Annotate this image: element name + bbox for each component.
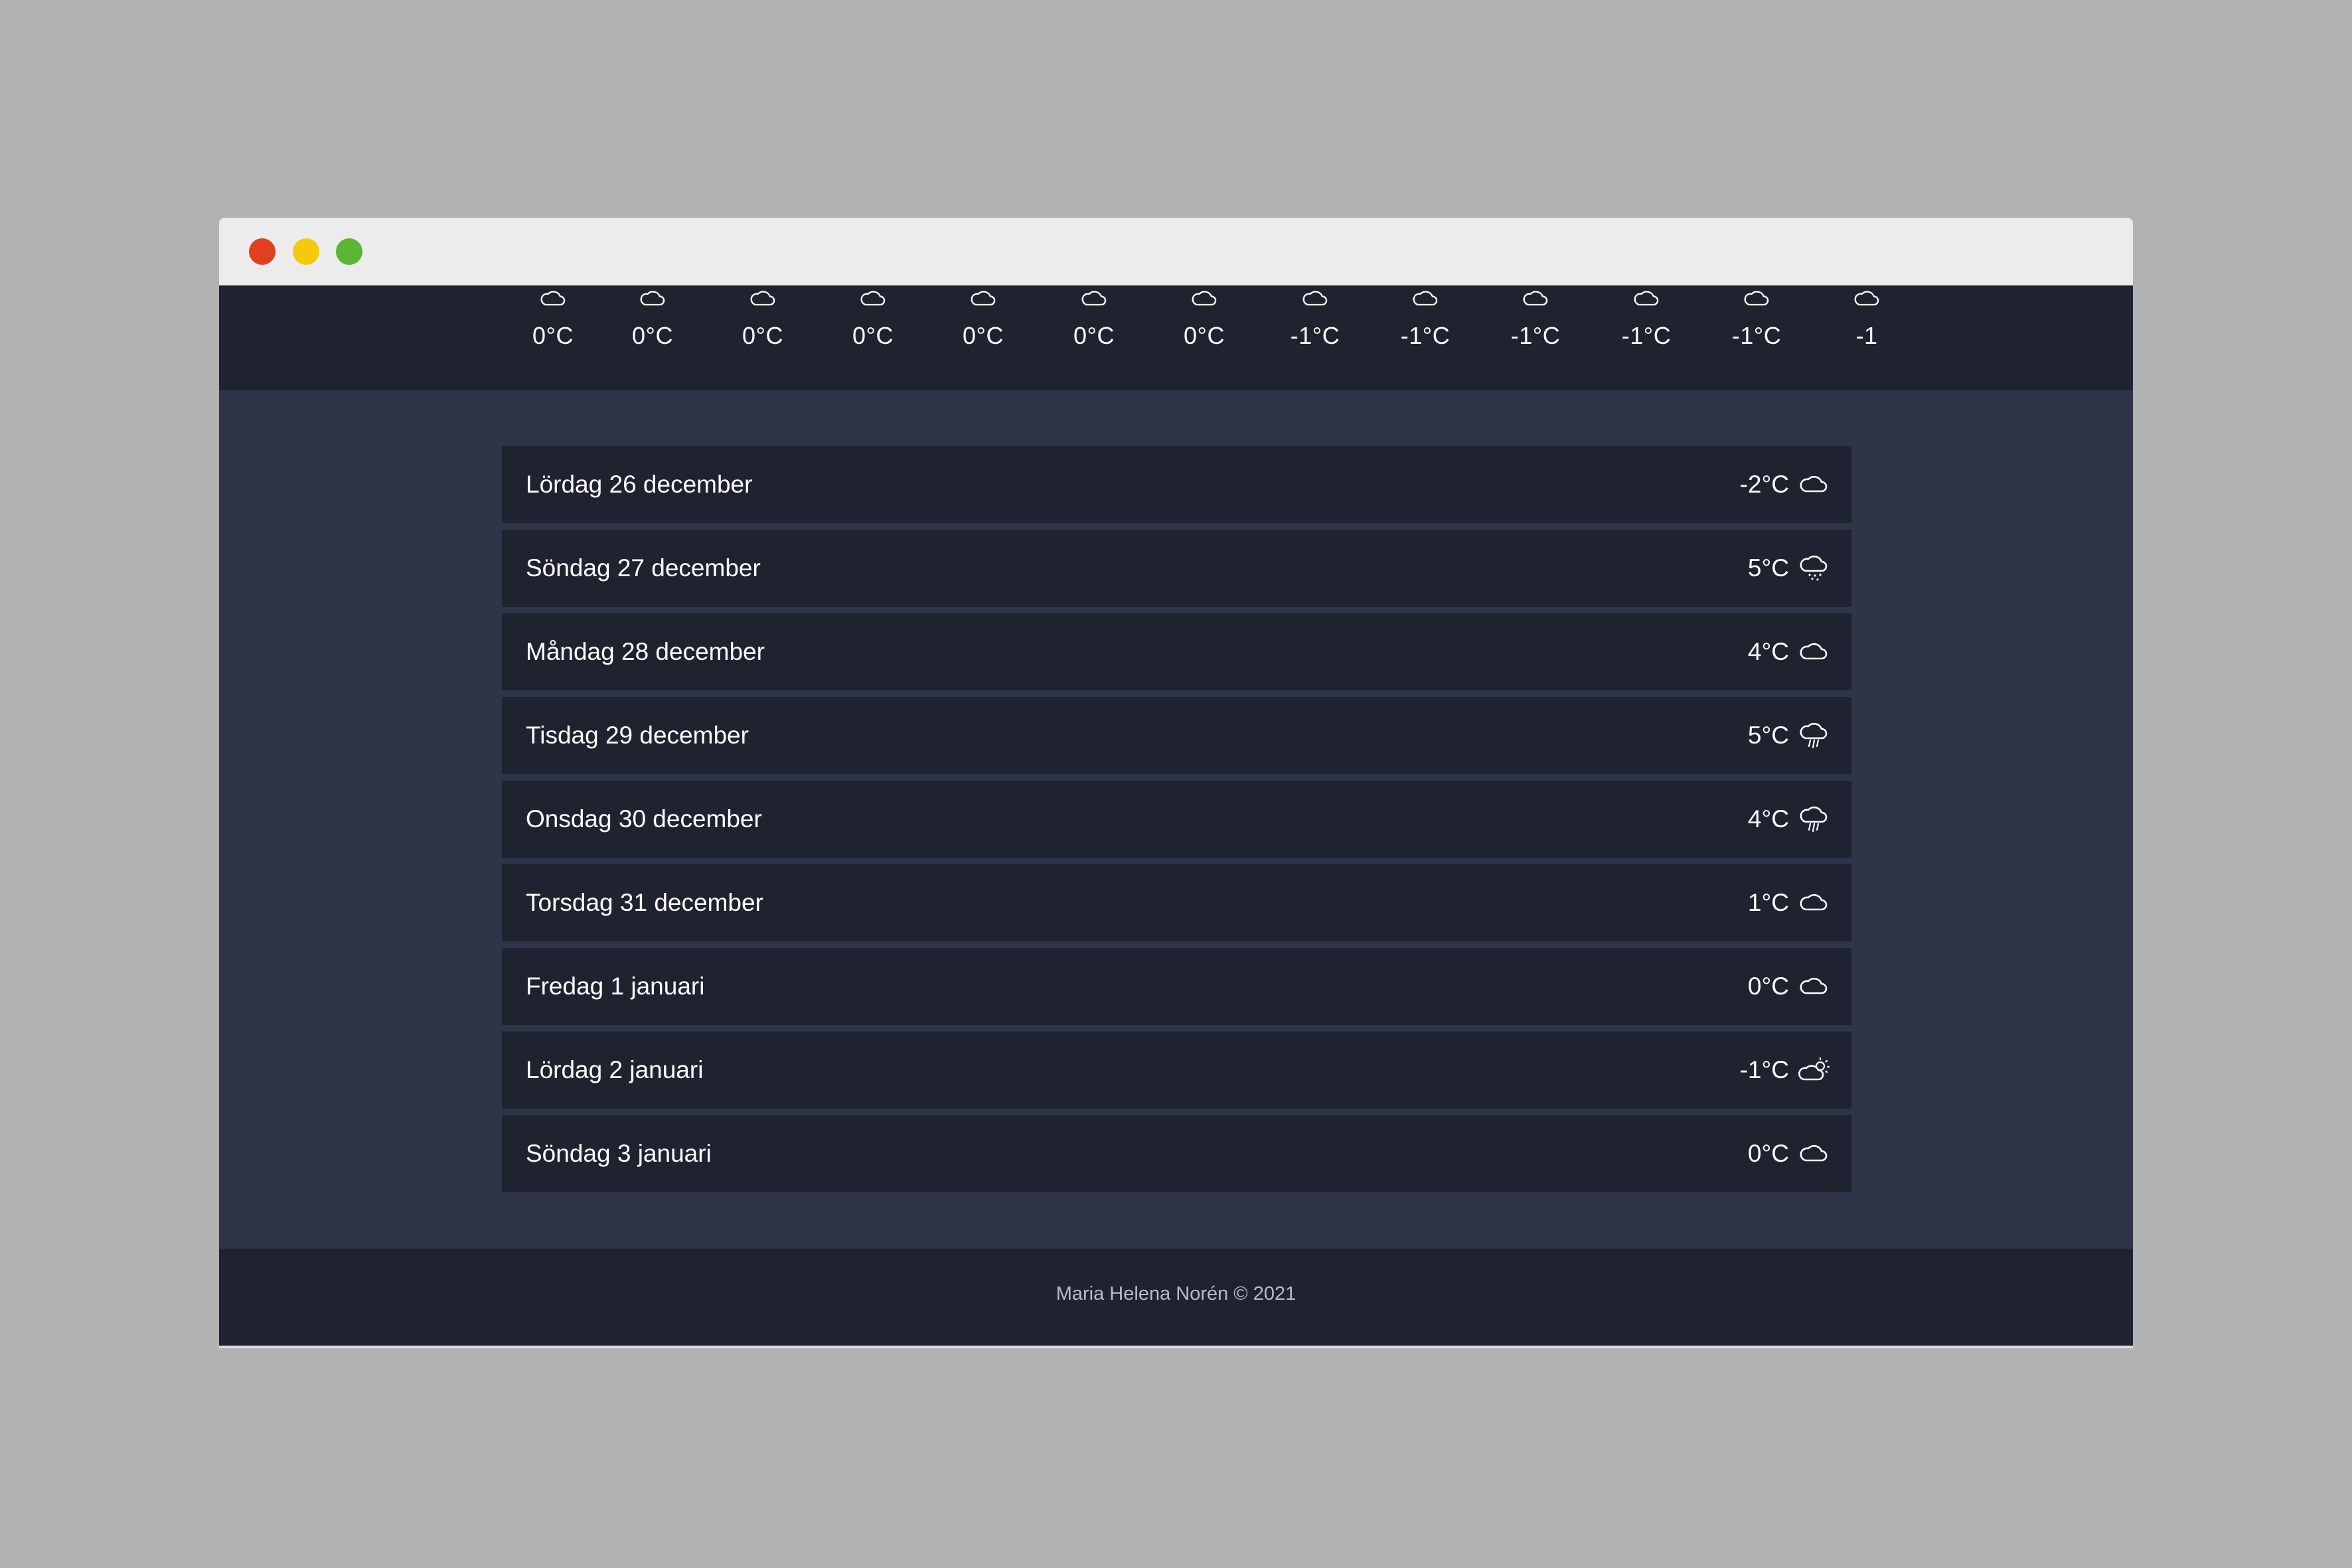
hourly-temp: -1 xyxy=(1855,322,1878,349)
title-bar xyxy=(219,218,2133,285)
forecast-temp: -2°C xyxy=(1739,471,1789,498)
hourly-temp: 0°C xyxy=(1073,322,1115,349)
hourly-temp: 0°C xyxy=(852,322,894,349)
minimize-button[interactable] xyxy=(293,238,319,265)
hourly-item: -1°C xyxy=(1486,285,1585,350)
forecast-temp: 4°C xyxy=(1747,805,1789,832)
forecast-temp: 1°C xyxy=(1747,889,1789,916)
cloud-icon xyxy=(1413,291,1438,306)
hourly-item: 0°C xyxy=(1154,285,1254,350)
close-button[interactable] xyxy=(249,238,275,265)
hourly-item: 0°C xyxy=(823,285,923,350)
daily-forecast-list: Lördag 26 december -2°C Söndag 27 december… xyxy=(502,446,1851,1199)
cloud-rain-icon xyxy=(1800,806,1828,832)
cloud-icon xyxy=(1800,977,1828,994)
hourly-temp: 0°C xyxy=(532,322,574,349)
forecast-temp: -1°C xyxy=(1739,1056,1789,1083)
forecast-row[interactable]: Onsdag 30 december 4°C xyxy=(502,781,1851,858)
cloud-icon xyxy=(1634,291,1659,306)
hourly-item: -1°C xyxy=(1707,285,1806,350)
cloud-icon xyxy=(1800,643,1828,660)
hourly-item: 0°C xyxy=(713,285,813,350)
hourly-temp: -1°C xyxy=(1290,322,1340,349)
cloud-rain-icon xyxy=(1800,722,1828,749)
hourly-item: 0°C xyxy=(603,285,702,350)
maximize-button[interactable] xyxy=(336,238,362,265)
cloud-icon xyxy=(1192,291,1217,306)
cloud-icon xyxy=(1523,291,1548,306)
cloud-icon xyxy=(1302,291,1328,306)
forecast-temp: 5°C xyxy=(1747,722,1789,749)
forecast-row[interactable]: Tisdag 29 december 5°C xyxy=(502,697,1851,774)
cloud-drizzle-icon xyxy=(1800,555,1828,581)
forecast-row[interactable]: Lördag 2 januari -1°C xyxy=(502,1032,1851,1109)
hourly-temp: 0°C xyxy=(742,322,783,349)
forecast-row[interactable]: Söndag 27 december 5°C xyxy=(502,530,1851,607)
forecast-temp: 0°C xyxy=(1747,973,1789,1000)
hourly-item: -1°C xyxy=(1265,285,1365,350)
browser-window: 0°C 0°C 0°C 0°C 0°C 0°C 0°C -1°C -1°C -1°C -1°C -1°… xyxy=(219,218,2133,1348)
forecast-row[interactable]: Fredag 1 januari 0°C xyxy=(502,948,1851,1025)
forecast-row[interactable]: Söndag 3 januari 0°C xyxy=(502,1115,1851,1192)
hourly-temp: 0°C xyxy=(632,322,673,349)
forecast-row[interactable]: Torsdag 31 december 1°C xyxy=(502,864,1851,941)
hourly-item: 0°C xyxy=(1044,285,1144,350)
forecast-day: Söndag 27 december xyxy=(526,554,761,582)
forecast-row[interactable]: Måndag 28 december 4°C xyxy=(502,613,1851,690)
forecast-day: Måndag 28 december xyxy=(526,638,765,665)
hourly-item: -1°C xyxy=(1597,285,1696,350)
hourly-temp: -1°C xyxy=(1731,322,1782,349)
forecast-day: Lördag 2 januari xyxy=(526,1056,704,1083)
footer-copyright: Maria Helena Norén © 2021 xyxy=(1056,1283,1296,1304)
cloud-icon xyxy=(1081,291,1107,306)
hourly-temp: 0°C xyxy=(963,322,1004,349)
forecast-temp: 0°C xyxy=(1747,1140,1789,1167)
cloud-icon xyxy=(1800,475,1828,493)
cloud-icon xyxy=(750,291,775,306)
cloud-icon xyxy=(1800,894,1828,911)
hourly-item: 0°C xyxy=(503,285,603,350)
hourly-temp: 0°C xyxy=(1184,322,1225,349)
forecast-day: Fredag 1 januari xyxy=(526,973,705,1000)
cloud-icon xyxy=(640,291,665,306)
forecast-day: Lördag 26 december xyxy=(526,471,753,498)
hourly-temp: -1°C xyxy=(1400,322,1450,349)
cloud-icon xyxy=(1744,291,1769,306)
forecast-temp: 5°C xyxy=(1747,554,1789,582)
hourly-temp: -1°C xyxy=(1621,322,1672,349)
hourly-forecast-bar: 0°C 0°C 0°C 0°C 0°C 0°C 0°C -1°C -1°C -1°C -1°C -1°… xyxy=(219,285,2133,390)
hourly-forecast-strip[interactable]: 0°C 0°C 0°C 0°C 0°C 0°C 0°C -1°C -1°C -1°C -1°C -1°… xyxy=(503,285,2073,390)
forecast-day: Söndag 3 januari xyxy=(526,1140,712,1167)
cloud-icon xyxy=(540,291,566,306)
forecast-temp: 4°C xyxy=(1747,638,1789,665)
cloud-icon xyxy=(1854,291,1879,306)
forecast-row[interactable]: Lördag 26 december -2°C xyxy=(502,446,1851,523)
hourly-item: 0°C xyxy=(933,285,1033,350)
hourly-temp: -1°C xyxy=(1510,322,1561,349)
partly-sunny-icon xyxy=(1798,1057,1830,1081)
hourly-item: -1°C xyxy=(1375,285,1475,350)
footer: Maria Helena Norén © 2021 xyxy=(219,1249,2133,1348)
hourly-item: -1 xyxy=(1817,285,1917,350)
forecast-day: Onsdag 30 december xyxy=(526,805,762,832)
cloud-icon xyxy=(860,291,886,306)
cloud-icon xyxy=(1800,1144,1828,1162)
forecast-day: Tisdag 29 december xyxy=(526,722,749,749)
cloud-icon xyxy=(971,291,996,306)
forecast-day: Torsdag 31 december xyxy=(526,889,763,916)
